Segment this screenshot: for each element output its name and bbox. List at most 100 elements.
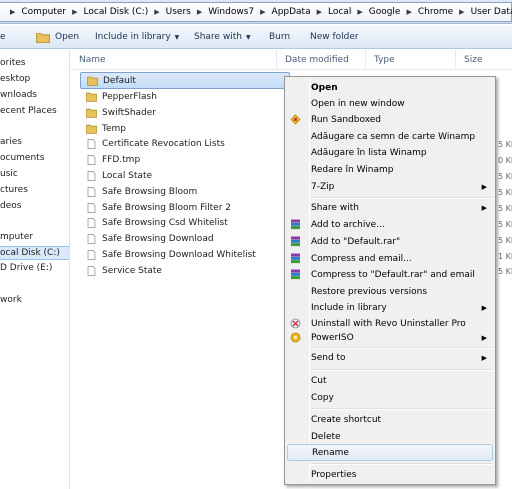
winrar-icon bbox=[291, 236, 300, 247]
winrar-icon bbox=[291, 253, 300, 264]
menu-item-compress-rar-email[interactable]: Compress to "Default.rar" and email bbox=[287, 266, 493, 283]
menu-item-properties[interactable]: Properties bbox=[287, 466, 493, 483]
submenu-arrow-icon: ▶ bbox=[481, 182, 487, 191]
folder-row[interactable]: Default bbox=[80, 72, 290, 89]
breadcrumb-separator-icon[interactable]: ▶ bbox=[72, 8, 77, 16]
file-icon bbox=[86, 250, 97, 260]
breadcrumb-item[interactable]: Local Disk (C:) bbox=[84, 7, 149, 17]
breadcrumb-separator-icon[interactable]: ▶ bbox=[459, 8, 464, 16]
breadcrumb-item[interactable]: Users bbox=[166, 7, 191, 17]
menu-item-rename[interactable]: Rename bbox=[287, 444, 493, 461]
submenu-arrow-icon: ▶ bbox=[481, 353, 487, 362]
command-bar: e Open Include in library ▼ Share with ▼… bbox=[0, 25, 512, 49]
address-bar[interactable]: ▶ Computer ▶ Local Disk (C:) ▶ Users ▶ Windows7… bbox=[0, 2, 512, 22]
burn-button[interactable]: Burn bbox=[269, 25, 290, 49]
file-name: SwiftShader bbox=[102, 107, 156, 118]
nav-network[interactable]: work bbox=[0, 295, 22, 305]
column-headers: Name Date modified Type Size bbox=[71, 50, 512, 70]
file-icon bbox=[86, 265, 97, 276]
revo-uninstaller-icon bbox=[290, 318, 301, 329]
menu-item-include-in-library[interactable]: Include in library ▶ bbox=[287, 299, 493, 316]
file-size: 1 KB bbox=[498, 252, 512, 261]
column-type[interactable]: Type bbox=[366, 50, 456, 70]
menu-item-cut[interactable]: Cut bbox=[287, 372, 493, 389]
menu-item-restore-previous-versions[interactable]: Restore previous versions bbox=[287, 283, 493, 300]
share-with-button[interactable]: Share with ▼ bbox=[194, 25, 251, 49]
menu-item-compress-email[interactable]: Compress and email... bbox=[287, 250, 493, 267]
submenu-arrow-icon: ▶ bbox=[481, 203, 487, 212]
file-icon bbox=[86, 234, 97, 245]
file-size: 5 KB bbox=[498, 236, 512, 245]
breadcrumb-separator-icon[interactable]: ▶ bbox=[260, 8, 265, 16]
file-name: Safe Browsing Bloom bbox=[102, 186, 198, 197]
menu-item-7zip[interactable]: 7-Zip ▶ bbox=[287, 178, 493, 195]
column-date-modified[interactable]: Date modified bbox=[277, 50, 366, 70]
folder-icon bbox=[86, 108, 97, 118]
new-folder-label: New folder bbox=[310, 32, 359, 42]
nav-videos[interactable]: deos bbox=[0, 201, 21, 211]
menu-item-share-with[interactable]: Share with ▶ bbox=[287, 199, 493, 216]
file-size: 5 KB bbox=[498, 267, 512, 276]
organize-button[interactable]: e bbox=[0, 25, 6, 49]
nav-computer[interactable]: mputer bbox=[0, 232, 33, 242]
nav-recent-places[interactable]: ecent Places bbox=[0, 106, 57, 116]
menu-item-open[interactable]: Open bbox=[287, 79, 493, 96]
nav-documents[interactable]: ocuments bbox=[0, 153, 44, 163]
menu-item-run-sandboxed[interactable]: Run Sandboxed bbox=[287, 111, 493, 128]
nav-favorites[interactable]: orites bbox=[0, 58, 25, 68]
breadcrumb-item[interactable]: User Data bbox=[471, 7, 512, 17]
breadcrumb-item[interactable]: Windows7 bbox=[208, 7, 254, 17]
breadcrumb-item[interactable]: Google bbox=[369, 7, 401, 17]
menu-item-poweriso[interactable]: PowerISO ▶ bbox=[287, 329, 493, 346]
include-in-library-button[interactable]: Include in library ▼ bbox=[95, 25, 179, 49]
menu-item-delete[interactable]: Delete bbox=[287, 428, 493, 445]
nav-pictures[interactable]: ctures bbox=[0, 185, 28, 195]
breadcrumb-item[interactable]: Computer bbox=[21, 7, 66, 17]
context-menu: Open Open in new window Run Sandboxed Ad… bbox=[284, 76, 496, 485]
nav-music[interactable]: usic bbox=[0, 169, 18, 179]
menu-item-open-new-window[interactable]: Open in new window bbox=[287, 95, 493, 112]
open-button[interactable]: Open bbox=[36, 25, 79, 49]
share-with-label: Share with bbox=[194, 32, 242, 42]
file-icon bbox=[86, 218, 97, 229]
menu-item-add-to-rar[interactable]: Add to "Default.rar" bbox=[287, 233, 493, 250]
winrar-icon bbox=[291, 269, 300, 280]
file-name: Temp bbox=[102, 123, 126, 134]
nav-libraries[interactable]: aries bbox=[0, 137, 22, 147]
file-size: 5 KB bbox=[498, 172, 512, 181]
menu-item-create-shortcut[interactable]: Create shortcut bbox=[287, 411, 493, 428]
menu-item-winamp-play[interactable]: Redare în Winamp bbox=[287, 161, 493, 178]
file-icon bbox=[86, 186, 97, 197]
breadcrumb-separator-icon[interactable]: ▶ bbox=[197, 8, 202, 16]
breadcrumb-separator-icon[interactable]: ▶ bbox=[357, 8, 362, 16]
menu-item-winamp-bookmark[interactable]: Adăugare ca semn de carte Winamp bbox=[287, 128, 493, 145]
open-folder-icon bbox=[36, 32, 50, 43]
submenu-arrow-icon: ▶ bbox=[481, 303, 487, 312]
file-size: 0 KB bbox=[498, 156, 512, 165]
breadcrumb-separator-icon[interactable]: ▶ bbox=[406, 8, 411, 16]
breadcrumb-item[interactable]: AppData bbox=[272, 7, 311, 17]
file-name: Safe Browsing Download Whitelist bbox=[102, 250, 256, 260]
column-name[interactable]: Name bbox=[71, 50, 277, 70]
menu-item-send-to[interactable]: Send to ▶ bbox=[287, 349, 493, 366]
breadcrumb-item[interactable]: Chrome bbox=[418, 7, 453, 17]
menu-item-add-to-archive[interactable]: Add to archive... bbox=[287, 216, 493, 233]
breadcrumb-separator-icon[interactable]: ▶ bbox=[10, 8, 15, 16]
menu-item-winamp-list[interactable]: Adăugare în lista Winamp bbox=[287, 144, 493, 161]
sandboxie-icon bbox=[290, 114, 301, 125]
nav-dvd-drive[interactable]: D Drive (E:) bbox=[0, 263, 52, 273]
column-size[interactable]: Size bbox=[456, 50, 512, 70]
file-name: Safe Browsing Bloom Filter 2 bbox=[102, 202, 231, 213]
menu-item-copy[interactable]: Copy bbox=[287, 389, 493, 406]
nav-local-disk[interactable]: ocal Disk (C:) bbox=[0, 246, 69, 260]
nav-desktop[interactable]: esktop bbox=[0, 74, 30, 84]
breadcrumb-separator-icon[interactable]: ▶ bbox=[154, 8, 159, 16]
file-name: Local State bbox=[102, 171, 153, 181]
breadcrumb-item[interactable]: Local bbox=[328, 7, 351, 17]
breadcrumb-separator-icon[interactable]: ▶ bbox=[317, 8, 322, 16]
file-name: Default bbox=[103, 75, 136, 86]
new-folder-button[interactable]: New folder bbox=[310, 25, 359, 49]
file-name: Certificate Revocation Lists bbox=[102, 139, 225, 150]
include-in-library-label: Include in library bbox=[95, 32, 171, 42]
nav-downloads[interactable]: wnloads bbox=[0, 90, 37, 100]
